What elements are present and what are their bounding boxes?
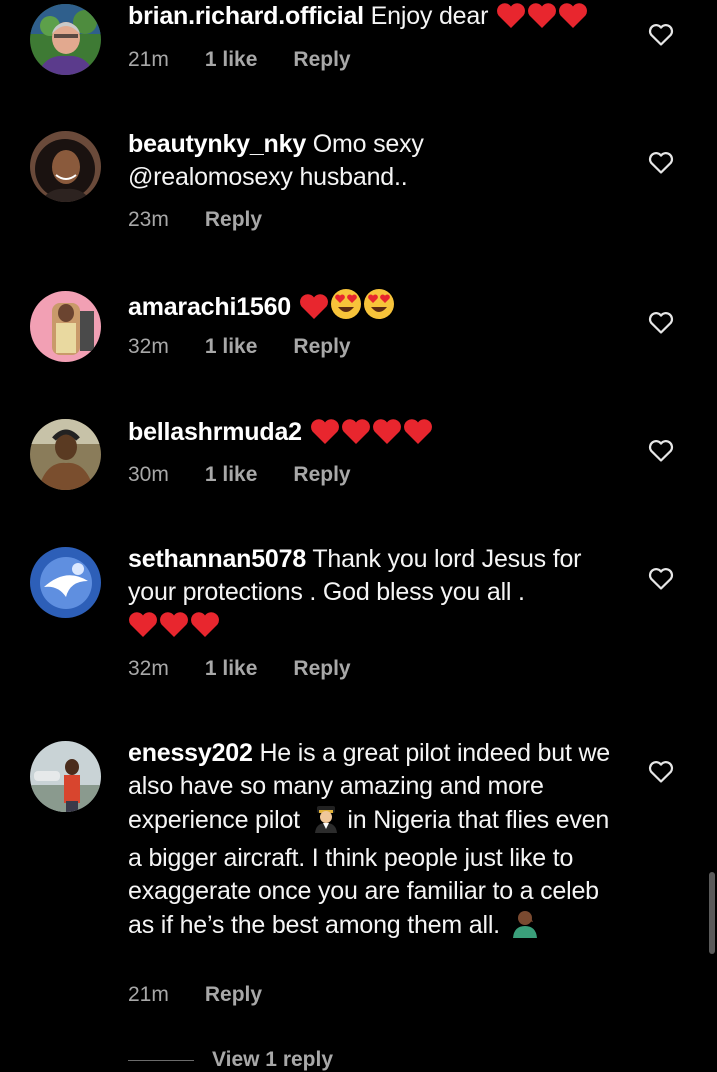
reply-button[interactable]: Reply xyxy=(293,463,350,486)
comment-text: sethannan5078 Thank you lord Jesus for y… xyxy=(128,543,628,647)
comment-username[interactable]: sethannan5078 xyxy=(128,545,306,573)
like-heart-icon[interactable] xyxy=(648,439,674,463)
comment-meta: 32m 1 like Reply xyxy=(128,657,387,681)
avatar[interactable] xyxy=(30,547,101,618)
avatar[interactable] xyxy=(30,4,101,75)
comment-time: 21m xyxy=(128,48,169,71)
comment-meta: 30m 1 like Reply xyxy=(128,463,387,487)
heart-eyes-emoji-icon xyxy=(330,288,362,329)
comment-username[interactable]: enessy202 xyxy=(128,739,253,767)
comment-time: 32m xyxy=(128,657,169,680)
heart-emoji-icon xyxy=(190,611,220,647)
comment-username[interactable]: amarachi1560 xyxy=(128,293,291,321)
heart-emoji-icon xyxy=(558,2,588,38)
heart-eyes-emoji-icon xyxy=(363,288,395,329)
reply-button[interactable]: Reply xyxy=(205,983,262,1006)
comment-body: Enjoy dear xyxy=(363,2,489,30)
view-replies-button[interactable]: View 1 reply xyxy=(128,1048,333,1072)
heart-emoji-icon xyxy=(310,418,340,454)
heart-emoji-icon xyxy=(159,611,189,647)
comment-username[interactable]: bellashrmuda2 xyxy=(128,418,302,446)
comment-likes[interactable]: 1 like xyxy=(205,335,258,358)
scrollbar[interactable] xyxy=(709,872,715,954)
reply-button[interactable]: Reply xyxy=(293,48,350,71)
comment-username[interactable]: beautynky_nky xyxy=(128,130,306,158)
heart-emoji-icon xyxy=(527,2,557,38)
like-heart-icon[interactable] xyxy=(648,23,674,47)
avatar[interactable] xyxy=(30,419,101,490)
avatar[interactable] xyxy=(30,741,101,812)
avatar[interactable] xyxy=(30,131,101,202)
like-heart-icon[interactable] xyxy=(648,151,674,175)
comment-text: enessy202 He is a great pilot indeed but… xyxy=(128,737,628,947)
comment-text: brian.richard.official Enjoy dear xyxy=(128,0,628,38)
comment-text: bellashrmuda2 xyxy=(128,416,628,454)
reply-button[interactable]: Reply xyxy=(293,335,350,358)
heart-emoji-icon xyxy=(341,418,371,454)
reply-button[interactable]: Reply xyxy=(293,657,350,680)
comment-meta: 21m 1 like Reply xyxy=(128,48,387,72)
like-heart-icon[interactable] xyxy=(648,567,674,591)
like-heart-icon[interactable] xyxy=(648,760,674,784)
heart-emoji-icon xyxy=(496,2,526,38)
heart-emoji-icon xyxy=(299,293,329,329)
comment-username[interactable]: brian.richard.official xyxy=(128,2,364,30)
comment-likes[interactable]: 1 like xyxy=(205,463,258,486)
comment-meta: 23m Reply xyxy=(128,208,298,232)
comment-body xyxy=(302,418,309,446)
facepalm-emoji-icon xyxy=(511,908,541,947)
avatar[interactable] xyxy=(30,291,101,362)
reply-button[interactable]: Reply xyxy=(205,208,262,231)
view-replies-label: View 1 reply xyxy=(212,1048,334,1071)
comment-time: 21m xyxy=(128,983,169,1006)
comment-likes[interactable]: 1 like xyxy=(205,48,258,71)
heart-emoji-icon xyxy=(128,611,158,647)
divider-line xyxy=(128,1059,194,1061)
comment-time: 23m xyxy=(128,208,169,231)
comment-meta: 21m Reply xyxy=(128,983,298,1007)
comment-text: amarachi1560 xyxy=(128,288,628,329)
heart-emoji-icon xyxy=(403,418,433,454)
pilot-emoji-icon xyxy=(311,803,341,842)
comment-body xyxy=(291,293,298,321)
comment-time: 30m xyxy=(128,463,169,486)
comment-text: beautynky_nky Omo sexy @realomosexy husb… xyxy=(128,128,478,194)
heart-emoji-icon xyxy=(372,418,402,454)
comment-likes[interactable]: 1 like xyxy=(205,657,258,680)
like-heart-icon[interactable] xyxy=(648,311,674,335)
comment-time: 32m xyxy=(128,335,169,358)
comment-meta: 32m 1 like Reply xyxy=(128,335,387,359)
